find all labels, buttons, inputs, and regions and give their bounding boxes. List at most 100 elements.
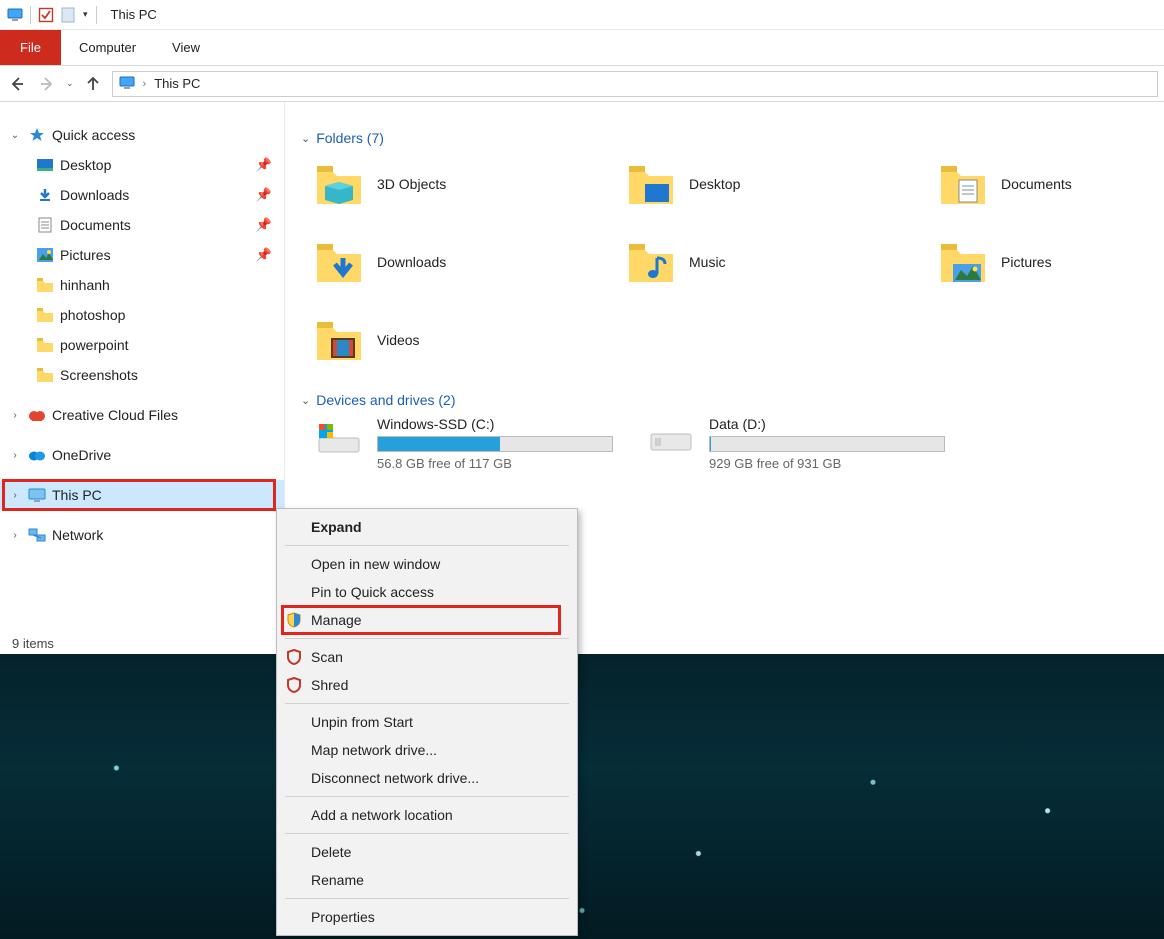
chevron-right-icon[interactable]: ›	[8, 410, 22, 421]
tree-label: photoshop	[60, 307, 125, 323]
tab-view[interactable]: View	[154, 30, 218, 65]
cm-unpin-start[interactable]: Unpin from Start	[277, 708, 577, 736]
this-pc-icon	[6, 6, 24, 24]
tab-computer[interactable]: Computer	[61, 30, 154, 65]
pin-icon: 📌	[256, 187, 272, 203]
tree-desktop[interactable]: Desktop 📌	[0, 150, 284, 180]
folder-icon	[315, 238, 363, 286]
pictures-icon	[36, 246, 54, 264]
drive-c[interactable]: Windows-SSD (C:) 56.8 GB free of 117 GB	[315, 416, 625, 471]
tree-label: Downloads	[60, 187, 129, 203]
tab-file[interactable]: File	[0, 30, 61, 65]
tree-label: Network	[52, 527, 103, 543]
group-header-folders[interactable]: ⌄ Folders (7)	[301, 130, 1152, 146]
qa-properties-icon[interactable]	[59, 6, 77, 24]
folder-icon	[36, 336, 54, 354]
folder-label: Videos	[377, 332, 420, 348]
tree-quick-access[interactable]: ⌄ Quick access	[0, 120, 284, 150]
chevron-right-icon[interactable]: ›	[8, 490, 22, 501]
quick-access-icon	[28, 126, 46, 144]
pin-icon: 📌	[256, 217, 272, 233]
tree-creative-cloud[interactable]: › Creative Cloud Files	[0, 400, 284, 430]
cm-scan[interactable]: Scan	[277, 643, 577, 671]
tree-label: Documents	[60, 217, 131, 233]
drive-label: Windows-SSD (C:)	[377, 416, 613, 432]
group-label: Folders (7)	[316, 130, 384, 146]
tree-onedrive[interactable]: › OneDrive	[0, 440, 284, 470]
chevron-down-icon: ⌄	[301, 132, 310, 145]
breadcrumb-separator: ›	[143, 78, 147, 90]
onedrive-icon	[28, 446, 46, 464]
tree-pictures[interactable]: Pictures 📌	[0, 240, 284, 270]
tree-this-pc[interactable]: › This PC	[0, 480, 284, 510]
tree-screenshots[interactable]: Screenshots	[0, 360, 284, 390]
drive-free-text: 929 GB free of 931 GB	[709, 456, 945, 471]
cm-add-network-location[interactable]: Add a network location	[277, 801, 577, 829]
cm-shred[interactable]: Shred	[277, 671, 577, 699]
cm-pin-quick-access[interactable]: Pin to Quick access	[277, 578, 577, 606]
address-bar[interactable]: › This PC	[112, 71, 1158, 97]
chevron-right-icon[interactable]: ›	[8, 530, 22, 541]
context-menu: Expand Open in new window Pin to Quick a…	[276, 508, 578, 936]
network-icon	[28, 526, 46, 544]
folder-icon	[36, 306, 54, 324]
folder-documents[interactable]: Documents	[939, 154, 1164, 214]
tree-downloads[interactable]: Downloads 📌	[0, 180, 284, 210]
tree-label: powerpoint	[60, 337, 129, 353]
group-label: Devices and drives (2)	[316, 392, 455, 408]
group-header-drives[interactable]: ⌄ Devices and drives (2)	[301, 392, 1152, 408]
folder-3d-objects[interactable]: 3D Objects	[315, 154, 625, 214]
chevron-right-icon[interactable]: ›	[8, 450, 22, 461]
cm-expand[interactable]: Expand	[277, 513, 577, 541]
cm-manage[interactable]: Manage	[277, 606, 577, 634]
titlebar: ▾ This PC	[0, 0, 1164, 30]
folder-downloads[interactable]: Downloads	[315, 232, 625, 292]
folder-music[interactable]: Music	[627, 232, 937, 292]
breadcrumb-this-pc[interactable]: This PC	[154, 76, 200, 91]
drive-label: Data (D:)	[709, 416, 945, 432]
cm-properties[interactable]: Properties	[277, 903, 577, 931]
folder-icon	[315, 316, 363, 364]
recent-locations-dropdown[interactable]: ⌄	[66, 78, 74, 89]
status-bar: 9 items	[0, 632, 1164, 654]
qa-customize-dropdown[interactable]: ▾	[81, 9, 90, 20]
tree-label: Screenshots	[60, 367, 138, 383]
cm-separator	[285, 833, 569, 834]
tree-hinhanh[interactable]: hinhanh	[0, 270, 284, 300]
folder-icon	[939, 160, 987, 208]
folder-videos[interactable]: Videos	[315, 310, 625, 370]
folder-icon	[627, 238, 675, 286]
drive-icon	[315, 416, 363, 464]
tree-network[interactable]: › Network	[0, 520, 284, 550]
folder-pictures[interactable]: Pictures	[939, 232, 1164, 292]
folder-label: Documents	[1001, 176, 1072, 192]
shield-icon	[285, 611, 303, 629]
tree-label: Quick access	[52, 127, 135, 143]
chevron-down-icon[interactable]: ⌄	[8, 130, 22, 141]
titlebar-separator-2	[96, 6, 97, 24]
desktop-icon	[36, 156, 54, 174]
folder-icon	[315, 160, 363, 208]
downloads-icon	[36, 186, 54, 204]
cm-rename[interactable]: Rename	[277, 866, 577, 894]
folder-desktop[interactable]: Desktop	[627, 154, 937, 214]
up-button[interactable]	[82, 73, 104, 95]
tree-powerpoint[interactable]: powerpoint	[0, 330, 284, 360]
cm-delete[interactable]: Delete	[277, 838, 577, 866]
back-button[interactable]	[6, 73, 28, 95]
folder-icon	[36, 366, 54, 384]
cm-map-network-drive[interactable]: Map network drive...	[277, 736, 577, 764]
cm-separator	[285, 796, 569, 797]
cm-open-new-window[interactable]: Open in new window	[277, 550, 577, 578]
forward-button[interactable]	[36, 73, 58, 95]
qa-checkbox-icon[interactable]	[37, 6, 55, 24]
tree-documents[interactable]: Documents 📌	[0, 210, 284, 240]
status-items-count: 9 items	[12, 636, 54, 651]
cm-separator	[285, 545, 569, 546]
nav-row: ⌄ › This PC	[0, 66, 1164, 102]
folder-icon	[939, 238, 987, 286]
tree-photoshop[interactable]: photoshop	[0, 300, 284, 330]
drive-d[interactable]: Data (D:) 929 GB free of 931 GB	[647, 416, 957, 471]
cm-disconnect-network-drive[interactable]: Disconnect network drive...	[277, 764, 577, 792]
tree-label: hinhanh	[60, 277, 110, 293]
